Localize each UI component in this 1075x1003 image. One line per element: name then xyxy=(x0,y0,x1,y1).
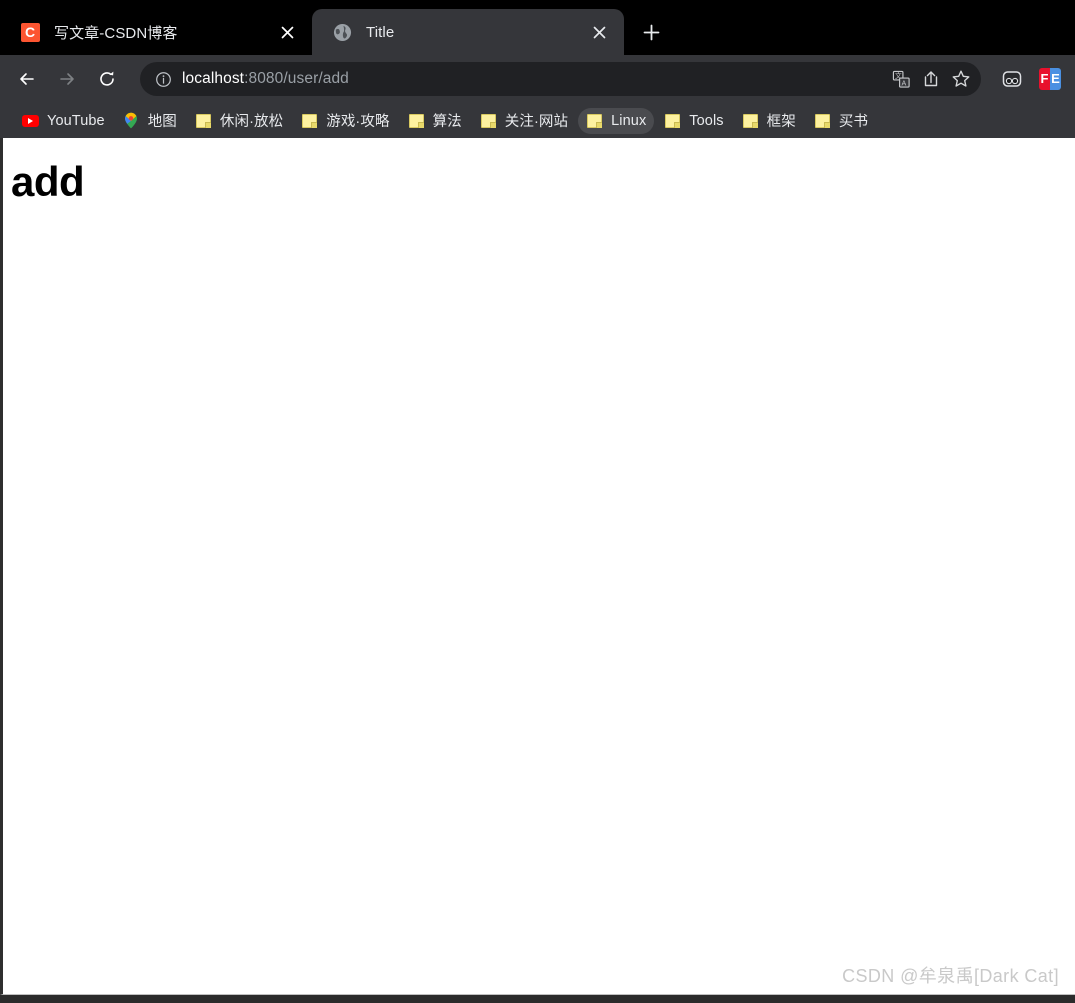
bookmark-label: YouTube xyxy=(47,112,105,129)
url-host: localhost xyxy=(182,70,245,87)
url-path: :8080/user/add xyxy=(244,70,349,87)
bookmark-folder-buy-books[interactable]: 买书 xyxy=(806,108,876,134)
bookmark-maps[interactable]: 地图 xyxy=(115,108,185,134)
bookmark-folder-follow-sites[interactable]: 关注·网站 xyxy=(472,108,576,134)
back-button[interactable] xyxy=(10,62,44,96)
folder-icon xyxy=(814,112,831,129)
share-icon[interactable] xyxy=(917,65,945,93)
youtube-icon xyxy=(22,112,39,129)
fe-extension-icon[interactable]: F E xyxy=(1035,64,1065,94)
folder-icon xyxy=(586,112,603,129)
watermark: CSDN @牟泉禹[Dark Cat] xyxy=(842,966,1059,986)
new-tab-button[interactable] xyxy=(634,15,668,49)
info-circle-icon[interactable] xyxy=(150,66,176,92)
fe-icon-left-letter: F xyxy=(1039,68,1050,90)
folder-icon xyxy=(195,112,212,129)
tab-title: Title xyxy=(366,23,395,41)
bookmark-label: Tools xyxy=(689,112,724,129)
goggles-extension-icon[interactable] xyxy=(997,64,1027,94)
folder-icon xyxy=(664,112,681,129)
tab-title: 写文章-CSDN博客 xyxy=(54,24,178,42)
bookmark-label: 关注·网站 xyxy=(504,114,569,130)
page-content: add CSDN @牟泉禹[Dark Cat] xyxy=(0,138,1075,995)
fe-icon-right-letter: E xyxy=(1050,68,1061,90)
bookmark-folder-algorithms[interactable]: 算法 xyxy=(400,108,470,134)
url-text: localhost:8080/user/add xyxy=(182,70,885,88)
bookmark-folder-games[interactable]: 游戏·攻略 xyxy=(293,108,397,134)
browser-tab-title[interactable]: Title xyxy=(312,9,624,55)
maps-pin-icon xyxy=(123,112,140,129)
folder-icon xyxy=(480,112,497,129)
bookmark-label: 地图 xyxy=(147,114,177,130)
bookmark-label: 框架 xyxy=(766,114,796,130)
address-bar[interactable]: localhost:8080/user/add 文 A xyxy=(140,62,981,96)
globe-favicon xyxy=(332,22,352,42)
bookmark-label: 休闲·放松 xyxy=(219,114,284,130)
browser-toolbar: localhost:8080/user/add 文 A F E xyxy=(0,55,1075,103)
close-icon[interactable] xyxy=(274,19,300,45)
bookmarks-bar: YouTube 地图 休闲·放松 游戏·攻略 算法 关注·网站 Linux To… xyxy=(0,103,1075,138)
csdn-favicon: C xyxy=(20,22,40,42)
bookmark-folder-frameworks[interactable]: 框架 xyxy=(734,108,804,134)
bookmark-label: Linux xyxy=(611,112,647,129)
page-title: add xyxy=(11,158,85,205)
bookmark-label: 游戏·攻略 xyxy=(326,114,390,130)
translate-icon[interactable]: 文 A xyxy=(887,65,915,93)
bookmark-folder-leisure[interactable]: 休闲·放松 xyxy=(187,108,291,134)
bookmark-folder-linux[interactable]: Linux xyxy=(578,107,655,134)
close-icon[interactable] xyxy=(586,19,612,45)
bookmark-label: 买书 xyxy=(838,114,869,130)
browser-window: C 写文章-CSDN博客 Title localhost:8080/user/a… xyxy=(0,0,1075,1003)
forward-button[interactable] xyxy=(50,62,84,96)
page-viewport: add CSDN @牟泉禹[Dark Cat] xyxy=(0,138,1075,1003)
tab-strip: C 写文章-CSDN博客 Title xyxy=(0,0,1075,55)
svg-text:A: A xyxy=(901,79,906,87)
folder-icon xyxy=(742,112,759,129)
bookmark-star-icon[interactable] xyxy=(947,65,975,93)
bookmark-youtube[interactable]: YouTube xyxy=(14,108,113,134)
browser-tab-csdn[interactable]: C 写文章-CSDN博客 xyxy=(0,9,312,55)
bookmark-label: 算法 xyxy=(432,114,462,130)
folder-icon xyxy=(301,112,318,129)
reload-button[interactable] xyxy=(90,62,124,96)
folder-icon xyxy=(408,112,425,129)
bookmark-folder-tools[interactable]: Tools xyxy=(656,108,731,134)
